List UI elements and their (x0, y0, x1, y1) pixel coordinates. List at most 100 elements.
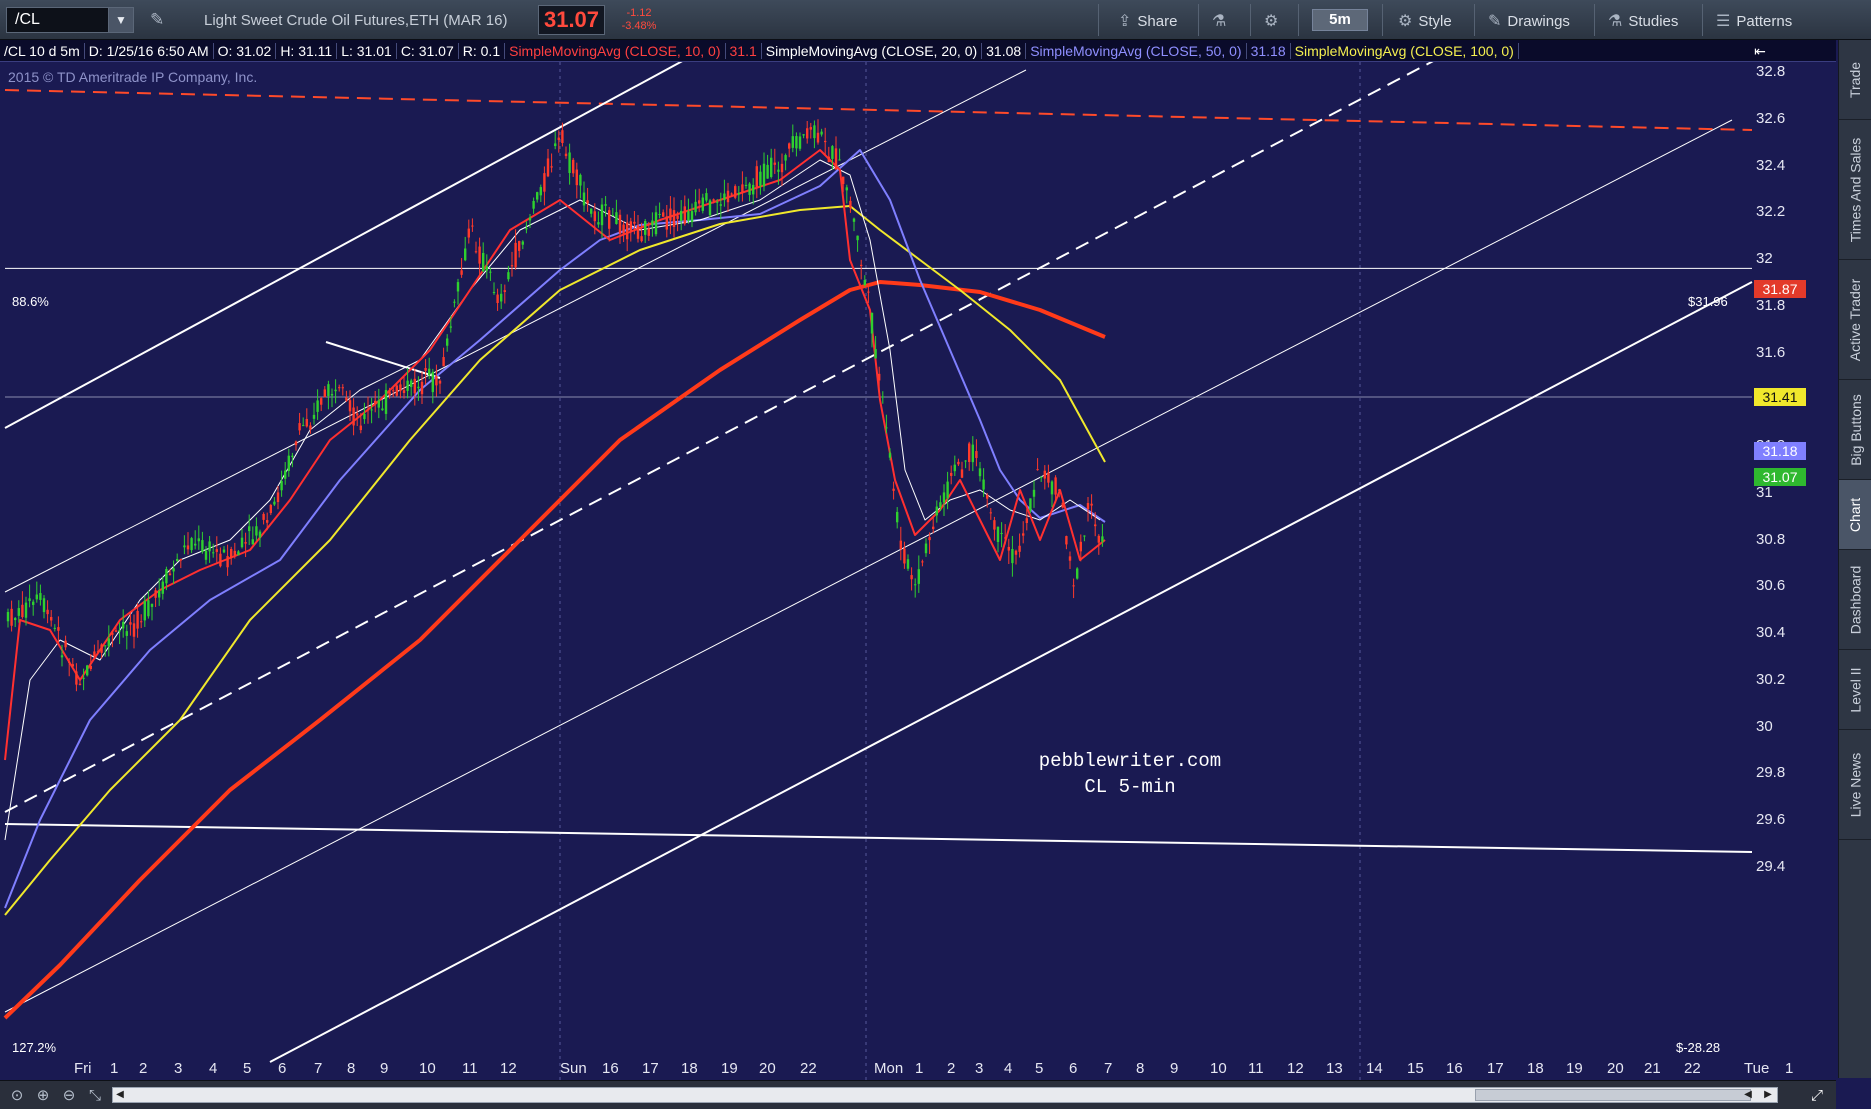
candle-body (532, 200, 535, 209)
link-icon[interactable]: ✎ (150, 10, 170, 30)
scroll-left-arrow[interactable]: ◀ (113, 1088, 127, 1102)
price-tick-label: 30.2 (1756, 670, 1786, 688)
candle-body (478, 246, 481, 264)
time-tick-label: 6 (278, 1060, 287, 1077)
candle-body (672, 210, 676, 227)
candle-body (802, 134, 805, 136)
side-tab-chart[interactable]: Chart (1839, 480, 1871, 550)
candle-body (784, 155, 787, 161)
watermark-caption: CL 5-min (1084, 776, 1176, 798)
candle-body (600, 204, 604, 226)
candle-body (348, 400, 352, 412)
candle-body (863, 280, 866, 285)
time-tick-label: 10 (419, 1060, 436, 1077)
patterns-menu-button[interactable]: ☰ Patterns (1716, 8, 1792, 34)
time-tick-label: 5 (243, 1060, 252, 1077)
fullscreen-icon[interactable]: ⤢ (1806, 1085, 1828, 1107)
candle-body (309, 425, 312, 430)
candle-body (50, 616, 53, 621)
candle-body (935, 506, 938, 516)
candle-body (795, 136, 798, 149)
price-tick-label: 30 (1756, 717, 1773, 735)
scroll-left-arrow[interactable]: ◀ (1741, 1088, 1755, 1102)
price-chart[interactable] (0, 62, 1836, 1080)
candle-body (554, 143, 557, 147)
candle-body (82, 677, 85, 679)
candle-body (428, 368, 431, 376)
side-tab-live-news[interactable]: Live News (1839, 730, 1871, 840)
zoom-reset-icon[interactable]: ⊙ (6, 1085, 28, 1107)
flask-button[interactable]: ⚗ (1212, 8, 1226, 34)
candle-body (1058, 489, 1061, 491)
candle-body (914, 584, 917, 586)
candle-body (456, 282, 460, 292)
scroll-right-arrow[interactable]: ▶ (1761, 1088, 1775, 1102)
sma50-label[interactable]: SimpleMovingAvg (CLOSE, 50, 0) (1026, 42, 1247, 59)
zoom-in-icon[interactable]: ⊕ (32, 1085, 54, 1107)
candle-body (586, 200, 589, 204)
toolbar-separator (1382, 4, 1383, 36)
price-tick-label: 32.4 (1756, 156, 1786, 174)
side-tab-trade[interactable]: Trade (1839, 40, 1871, 120)
candle-body (683, 206, 686, 224)
side-tab-active-trader[interactable]: Active Trader (1839, 260, 1871, 380)
drag-icon[interactable]: ⤡ (84, 1085, 106, 1107)
candle-body (147, 600, 150, 617)
candle-body (219, 553, 222, 567)
candle-body (366, 409, 370, 411)
candle-body (71, 664, 74, 667)
candle-body (330, 394, 334, 396)
candle-body (1086, 503, 1090, 510)
candle-body (503, 290, 506, 292)
candle-body (150, 603, 154, 607)
candle-body (129, 622, 132, 625)
time-tick-label: 11 (1248, 1060, 1264, 1077)
candle-body (1004, 537, 1007, 539)
time-scrollbar[interactable]: ◀ ◀ ▶ (112, 1087, 1778, 1103)
side-tab-level-ii[interactable]: Level II (1839, 650, 1871, 730)
candle-body (568, 152, 571, 174)
candle-body (629, 221, 632, 231)
candle-body (251, 539, 254, 545)
candle-body (302, 425, 305, 427)
candle-body (849, 200, 852, 209)
pencil-icon: ✎ (1488, 13, 1502, 30)
candle-body (352, 407, 355, 426)
time-tick-label: Tue (1744, 1060, 1770, 1077)
candle-body (917, 569, 920, 584)
candle-body (359, 425, 362, 431)
candle-body (514, 242, 517, 268)
symbol-dropdown-button[interactable]: ▼ (108, 7, 134, 33)
zoom-out-icon[interactable]: ⊖ (58, 1085, 80, 1107)
studies-menu-button[interactable]: ⚗ Studies (1608, 8, 1678, 34)
settings-button[interactable]: ⚙ (1264, 8, 1278, 34)
timeframe-selector[interactable]: 5m (1312, 9, 1368, 31)
candle-body (384, 389, 388, 414)
sma100-label[interactable]: SimpleMovingAvg (CLOSE, 100, 0) (1291, 42, 1519, 59)
candle-body (604, 204, 607, 206)
candle-body (374, 400, 377, 405)
side-tab-dashboard[interactable]: Dashboard (1839, 550, 1871, 650)
sma10-label[interactable]: SimpleMovingAvg (CLOSE, 10, 0) (505, 42, 726, 59)
sma20-label[interactable]: SimpleMovingAvg (CLOSE, 20, 0) (762, 42, 983, 59)
candle-body (107, 638, 110, 647)
scroll-thumb[interactable] (1475, 1089, 1751, 1101)
side-tab-times-and-sales[interactable]: Times And Sales (1839, 120, 1871, 260)
candle-body (276, 492, 280, 503)
candle-body (1022, 533, 1025, 536)
candle-body (453, 301, 456, 303)
candle-body (881, 396, 884, 398)
side-tab-big-buttons[interactable]: Big Buttons (1839, 380, 1871, 480)
fib-price-label: $31.96 (1688, 294, 1728, 309)
share-button[interactable]: ⇪ Share (1118, 8, 1177, 34)
side-tab-label: Big Buttons (1847, 393, 1864, 466)
drawings-menu-button[interactable]: ✎ Drawings (1488, 8, 1570, 34)
candle-body (748, 183, 751, 195)
candle-body (208, 541, 211, 552)
style-menu-button[interactable]: ⚙ Style (1398, 8, 1452, 34)
time-tick-label: 21 (1644, 1060, 1661, 1077)
time-tick-label: 10 (1210, 1060, 1227, 1077)
collapse-icon[interactable]: ⇤ (1746, 43, 1774, 59)
time-tick-label: 16 (1446, 1060, 1463, 1077)
candle-body (708, 200, 712, 216)
